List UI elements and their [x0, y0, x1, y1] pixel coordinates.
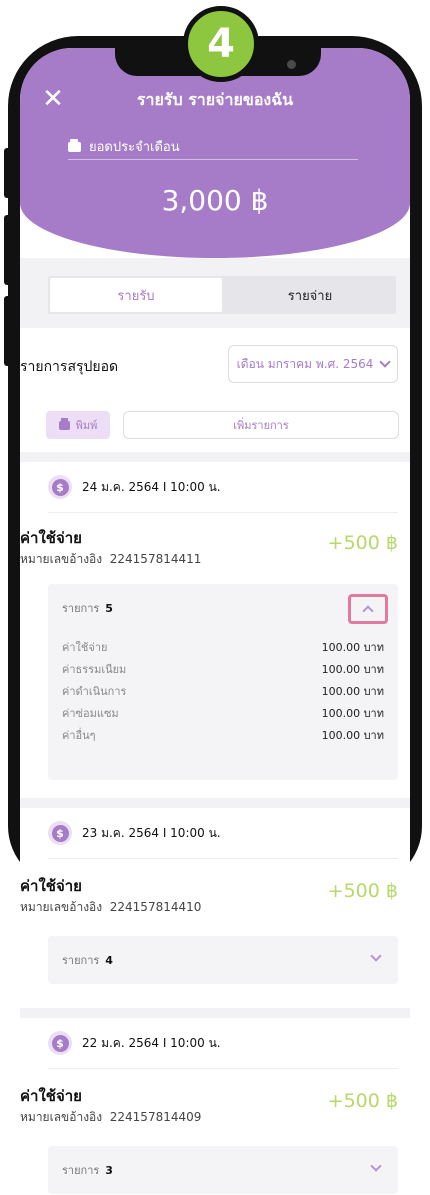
- items-count: 5: [105, 601, 113, 615]
- items-label: รายการ: [62, 602, 100, 615]
- items-count: 4: [105, 953, 113, 967]
- transaction-amount: +500 ฿: [327, 880, 398, 902]
- section-divider: [20, 1008, 410, 1018]
- list-item: ค่าใช้จ่าย 100.00 บาท: [62, 636, 384, 658]
- collapse-button[interactable]: [348, 594, 388, 624]
- transaction-amount: +500 ฿: [327, 1090, 398, 1112]
- month-selected: เดือน มกราคม พ.ศ. 2564: [236, 356, 374, 371]
- chevron-down-icon[interactable]: [370, 950, 382, 962]
- items-panel[interactable]: รายการ 3: [48, 1146, 398, 1194]
- transaction-date-row: $ 22 ม.ค. 2564 I 10:00 น.: [48, 1028, 221, 1058]
- tab-bar: รายรับ รายจ่าย: [48, 276, 396, 314]
- printer-icon: [58, 417, 70, 430]
- transaction-title: ค่าใช้จ่าย: [20, 877, 82, 895]
- transaction-card: $ 23 ม.ค. 2564 I 10:00 น. ค่าใช้จ่าย หมา…: [20, 818, 410, 1008]
- items-panel: รายการ 5 ค่าใช้จ่าย 100.00 บาท ค่าธรรมเน…: [48, 584, 398, 780]
- coin-icon: $: [48, 475, 72, 499]
- page-title: รายรับ รายจ่ายของฉัน: [136, 90, 294, 109]
- items-label: รายการ: [62, 954, 100, 967]
- item-label: ค่าใช้จ่าย: [62, 641, 108, 654]
- transaction-title: ค่าใช้จ่าย: [20, 1087, 82, 1105]
- screen: ✕ รายรับ รายจ่ายของฉัน ยอดประจำเดือน 3,0…: [20, 48, 410, 1195]
- summary-label: รายการสรุปยอด: [20, 359, 119, 375]
- item-value: 100.00 บาท: [321, 685, 384, 698]
- section-divider: [20, 452, 410, 462]
- camera-icon: [287, 60, 296, 69]
- transaction-title: ค่าใช้จ่าย: [20, 529, 82, 547]
- month-dropdown[interactable]: เดือน มกราคม พ.ศ. 2564: [228, 345, 398, 383]
- side-button: [4, 148, 11, 198]
- item-value: 100.00 บาท: [321, 663, 384, 676]
- items-header: รายการ 3: [62, 1146, 113, 1194]
- list-item: ค่าอื่นๆ 100.00 บาท: [62, 724, 384, 746]
- items-panel[interactable]: รายการ 4: [48, 936, 398, 984]
- transaction-date-row: $ 24 ม.ค. 2564 I 10:00 น.: [48, 472, 221, 502]
- ref-label: หมายเลขอ้างอิง: [20, 900, 103, 914]
- transaction-date: 22 ม.ค. 2564 I 10:00 น.: [82, 1035, 221, 1050]
- wallet-icon: [68, 138, 81, 152]
- items-count: 3: [105, 1163, 113, 1177]
- transaction-card: $ 22 ม.ค. 2564 I 10:00 น. ค่าใช้จ่าย หมา…: [20, 1028, 410, 1195]
- transaction-ref: หมายเลขอ้างอิง 224157814410: [20, 898, 201, 917]
- coin-icon: $: [48, 821, 72, 845]
- print-button[interactable]: พิมพ์: [46, 411, 110, 439]
- chevron-down-icon: [379, 356, 392, 368]
- transaction-ref: หมายเลขอ้างอิง 224157814409: [20, 1108, 201, 1127]
- side-button: [4, 215, 11, 285]
- ref-number: 224157814409: [109, 1110, 202, 1124]
- item-label: ค่าธรรมเนียม: [62, 663, 127, 676]
- transaction-ref: หมายเลขอ้างอิง 224157814411: [20, 550, 201, 569]
- ref-label: หมายเลขอ้างอิง: [20, 1110, 103, 1124]
- add-item-button[interactable]: เพิ่มรายการ: [123, 411, 399, 439]
- item-value: 100.00 บาท: [321, 707, 384, 720]
- items-list: ค่าใช้จ่าย 100.00 บาท ค่าธรรมเนียม 100.0…: [62, 636, 384, 746]
- transaction-date: 23 ม.ค. 2564 I 10:00 น.: [82, 825, 221, 840]
- chevron-up-icon: [362, 605, 374, 617]
- monthly-label: ยอดประจำเดือน: [89, 140, 180, 155]
- ref-number: 224157814410: [109, 900, 202, 914]
- divider: [48, 1068, 398, 1069]
- item-value: 100.00 บาท: [321, 729, 384, 742]
- list-item: ค่าธรรมเนียม 100.00 บาท: [62, 658, 384, 680]
- item-value: 100.00 บาท: [321, 641, 384, 654]
- item-label: ค่าซ่อมแซม: [62, 707, 119, 720]
- items-label: รายการ: [62, 1164, 100, 1177]
- monthly-balance-label: ยอดประจำเดือน: [68, 134, 358, 160]
- item-label: ค่าดำเนินการ: [62, 685, 127, 698]
- ref-label: หมายเลขอ้างอิง: [20, 552, 103, 566]
- section-divider: [20, 798, 410, 808]
- list-item: ค่าดำเนินการ 100.00 บาท: [62, 680, 384, 702]
- items-header: รายการ 5: [62, 584, 113, 632]
- balance-amount: 3,000 ฿: [161, 184, 269, 217]
- divider: [48, 858, 398, 859]
- list-item: ค่าซ่อมแซม 100.00 บาท: [62, 702, 384, 724]
- side-button: [4, 296, 11, 366]
- divider: [48, 512, 398, 513]
- print-label: พิมพ์: [75, 419, 98, 432]
- coin-icon: $: [48, 1031, 72, 1055]
- step-number-badge: 4: [183, 6, 259, 82]
- item-label: ค่าอื่นๆ: [62, 729, 96, 742]
- tab-income[interactable]: รายรับ: [50, 278, 222, 312]
- transaction-date: 24 ม.ค. 2564 I 10:00 น.: [82, 479, 221, 494]
- transaction-amount: +500 ฿: [327, 532, 398, 554]
- tab-expense[interactable]: รายจ่าย: [224, 276, 396, 314]
- items-header: รายการ 4: [62, 936, 113, 984]
- ref-number: 224157814411: [109, 552, 202, 566]
- transaction-date-row: $ 23 ม.ค. 2564 I 10:00 น.: [48, 818, 221, 848]
- chevron-down-icon[interactable]: [370, 1160, 382, 1172]
- transaction-card: $ 24 ม.ค. 2564 I 10:00 น. ค่าใช้จ่าย หมา…: [20, 472, 410, 802]
